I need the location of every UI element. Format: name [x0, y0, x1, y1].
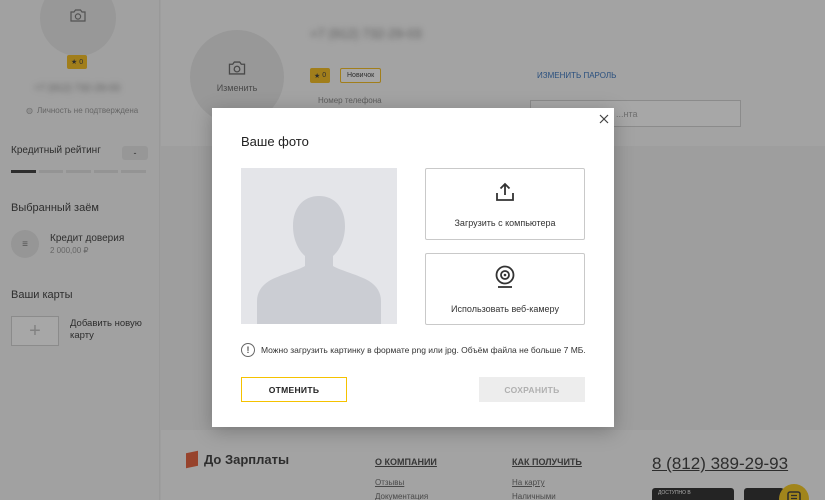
close-button[interactable]	[597, 112, 611, 126]
upload-label: Загрузить с компьютера	[454, 217, 556, 228]
cancel-button[interactable]: ОТМЕНИТЬ	[241, 377, 347, 402]
photo-dialog: Ваше фото Загрузить с компьютера Использ…	[212, 108, 614, 427]
upload-from-computer-button[interactable]: Загрузить с компьютера	[425, 168, 585, 240]
hint-text: Можно загрузить картинку в формате png и…	[261, 345, 586, 355]
use-webcam-button[interactable]: Использовать веб-камеру	[425, 253, 585, 325]
webcam-label: Использовать веб-камеру	[451, 303, 559, 314]
info-icon: !	[241, 343, 255, 357]
file-format-hint: ! Можно загрузить картинку в формате png…	[241, 343, 586, 357]
photo-preview	[241, 168, 397, 324]
upload-icon	[494, 181, 516, 208]
webcam-icon	[494, 265, 516, 294]
user-silhouette-icon	[257, 196, 381, 324]
dialog-title: Ваше фото	[241, 134, 309, 149]
save-button[interactable]: СОХРАНИТЬ	[479, 377, 585, 402]
close-icon	[599, 114, 609, 124]
